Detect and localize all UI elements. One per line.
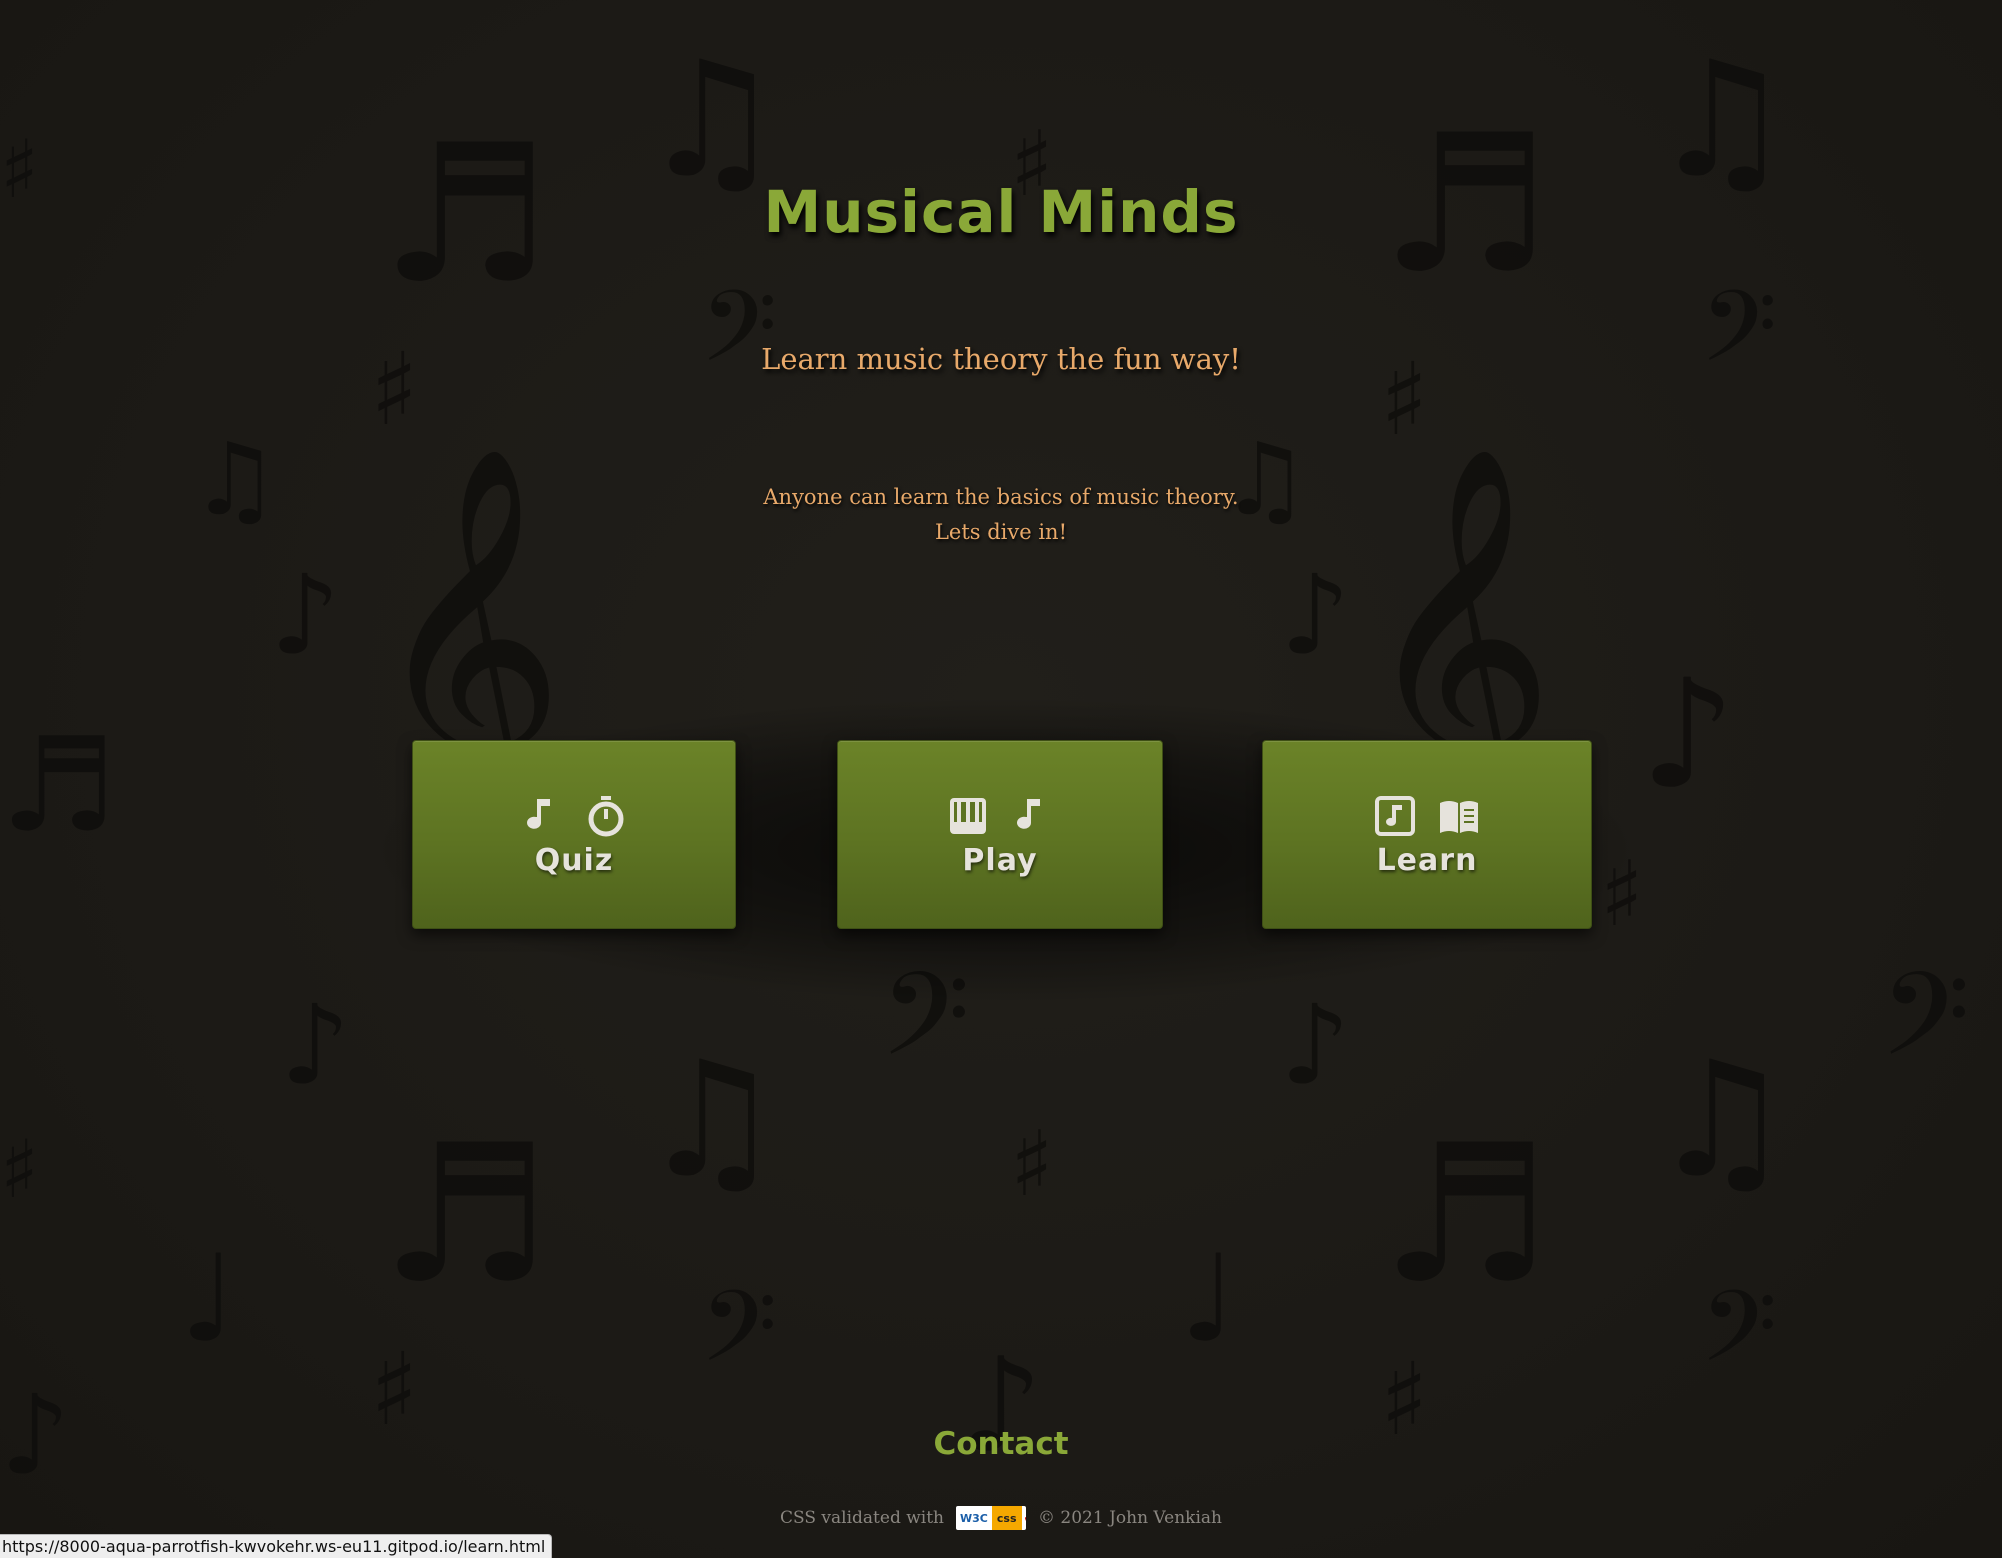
intro-line-1: Anyone can learn the basics of music the… <box>763 485 1239 509</box>
play-button[interactable]: Play <box>837 740 1163 929</box>
bass-clef-icon: 𝄢 <box>1700 270 1778 409</box>
music-note-icon <box>527 799 550 829</box>
double-note-icon: ♫ <box>640 1026 784 1213</box>
note-icon: ♩ <box>1180 1230 1237 1369</box>
bass-clef-icon: 𝄢 <box>700 270 778 409</box>
double-note-icon: ♫ <box>640 26 784 213</box>
note-icon: ♪ <box>280 981 351 1109</box>
checkmark-icon: ✔ <box>1022 1511 1027 1526</box>
w3c-css-badge[interactable]: W3C css ✔ <box>956 1506 1026 1530</box>
quiz-icons <box>413 793 735 839</box>
note-icon: ♪ <box>1280 551 1351 679</box>
intro-line-2: Lets dive in! <box>934 520 1068 544</box>
bass-clef-icon: 𝄢 <box>1880 948 1971 1111</box>
learn-label: Learn <box>1376 843 1478 878</box>
note-icon: ♪ <box>270 551 341 679</box>
css-badge-label: css <box>991 1506 1022 1530</box>
sharp-icon: ♯ <box>1600 842 1644 947</box>
sharp-icon: ♯ <box>1010 1112 1054 1217</box>
play-icons <box>838 793 1162 839</box>
stopwatch-icon <box>588 796 624 837</box>
quiz-button[interactable]: Quiz <box>412 740 736 929</box>
note-icon: ♪ <box>1280 981 1351 1109</box>
w3c-logo: W3C <box>960 1511 988 1525</box>
music-note-icon <box>1017 799 1040 829</box>
copyright-text: © 2021 John Venkiah <box>1038 1508 1222 1528</box>
bass-clef-icon: 𝄢 <box>880 948 971 1111</box>
note-icon: ♬ <box>1380 1104 1551 1325</box>
tagline: Learn music theory the fun way! <box>761 342 1241 376</box>
bass-clef-icon: 𝄢 <box>1700 1270 1778 1409</box>
learn-icons <box>1263 793 1591 839</box>
css-validated-text: CSS validated with <box>780 1508 944 1528</box>
note-icon: ♪ <box>1640 648 1736 822</box>
book-icon <box>1440 801 1478 833</box>
play-label: Play <box>962 843 1038 878</box>
page-title: Musical Minds <box>763 178 1239 246</box>
double-note-icon: ♫ <box>1650 1026 1794 1213</box>
status-bar-url: https://8000-aqua-parrotfish-kwvokehr.ws… <box>0 1534 553 1558</box>
intro-text: Anyone can learn the basics of music the… <box>0 480 2002 550</box>
bass-clef-icon: 𝄢 <box>700 1270 778 1409</box>
piano-icon <box>950 798 986 834</box>
note-icon: ♬ <box>380 1104 551 1325</box>
footer: CSS validated with W3C css ✔ © 2021 John… <box>0 1506 2002 1530</box>
note-icon: ♩ <box>180 1230 237 1369</box>
sharp-icon: ♯ <box>370 1331 419 1448</box>
note-icon: ♫ <box>1650 26 1794 213</box>
page: ♫ ♬ ♯ ♯ ♯ ♯ ♫ ♬ ♫ ♫ 𝄞 𝄞 𝄢 𝄢 ♪ ♪ ♬ ♪ ♯ 𝄢 … <box>0 0 2002 1558</box>
contact-link[interactable]: Contact <box>0 1426 2002 1462</box>
sharp-icon: ♯ <box>0 1123 39 1216</box>
music-file-icon <box>1375 796 1415 836</box>
double-note-icon: ♬ <box>0 709 117 861</box>
learn-button[interactable]: Learn <box>1262 740 1592 929</box>
quiz-label: Quiz <box>534 843 614 878</box>
